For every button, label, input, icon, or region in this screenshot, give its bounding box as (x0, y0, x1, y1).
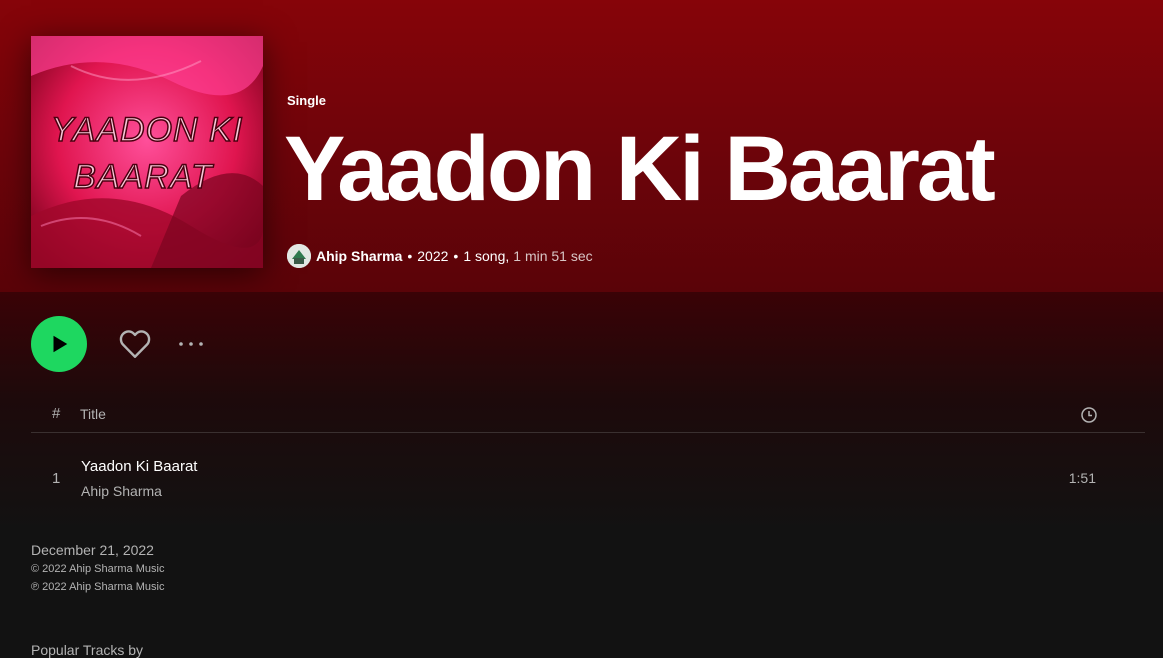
copyright-text: © 2022 Ahip Sharma Music (31, 563, 165, 575)
column-header-number: # (52, 405, 61, 422)
more-icon (179, 342, 203, 346)
album-cover: YAADON KI BAARAT (31, 36, 263, 268)
divider (31, 432, 1145, 433)
phonogram-text: ℗ 2022 Ahip Sharma Music (31, 581, 165, 593)
separator: • (453, 248, 459, 264)
separator: • (407, 248, 413, 264)
track-artist[interactable]: Ahip Sharma (81, 483, 162, 499)
total-duration: 1 min 51 sec (513, 248, 593, 264)
like-button[interactable] (117, 326, 153, 362)
album-type-label: Single (287, 93, 327, 108)
cover-title-line1: YAADON KI (51, 111, 243, 149)
track-duration: 1:51 (1068, 470, 1096, 486)
more-options-button[interactable] (176, 333, 208, 355)
artist-link[interactable]: Ahip Sharma (316, 248, 402, 264)
track-number: 1 (52, 470, 61, 487)
page-title: Yaadon Ki Baarat (284, 118, 996, 220)
popular-tracks-heading: Popular Tracks by (31, 642, 144, 658)
table-row[interactable]: 1 Yaadon Ki Baarat Ahip Sharma 1:51 (31, 446, 1145, 510)
cover-title-line2: BAARAT (73, 158, 214, 196)
song-count: 1 song, (463, 248, 510, 264)
play-button[interactable] (31, 316, 87, 372)
column-header-title: Title (80, 406, 106, 422)
play-icon (53, 335, 68, 353)
clock-icon (1080, 406, 1098, 424)
album-meta: Ahip Sharma • 2022 • 1 song, 1 min 51 se… (287, 243, 593, 269)
release-date: December 21, 2022 (31, 542, 154, 558)
heart-icon (119, 330, 151, 358)
release-year: 2022 (417, 248, 449, 264)
avatar[interactable] (287, 244, 311, 268)
track-title[interactable]: Yaadon Ki Baarat (81, 458, 197, 475)
